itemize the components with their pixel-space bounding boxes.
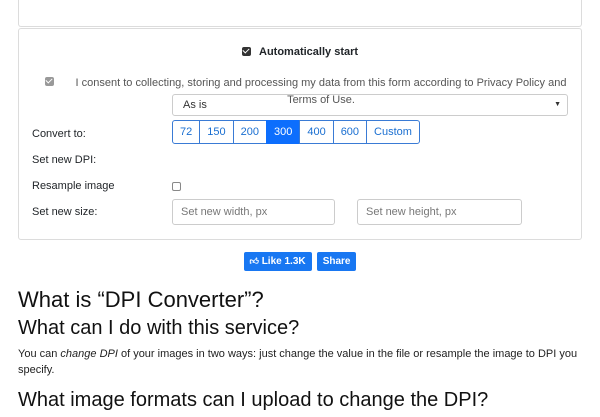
width-input[interactable]: Set new width, px: [172, 199, 335, 225]
dpi-button-72[interactable]: 72: [172, 120, 201, 144]
chevron-down-icon: ▼: [554, 101, 561, 108]
resample-checkbox-wrap[interactable]: [172, 181, 181, 193]
format-select[interactable]: As is ▼: [172, 94, 568, 116]
thumbs-up-icon: 👍︎: [249, 256, 259, 266]
convert-to-label: Convert to:: [32, 128, 86, 140]
consent-checkbox-wrap[interactable]: [45, 76, 54, 88]
heading-what-is: What is “DPI Converter”?: [18, 287, 264, 312]
social-buttons: 👍︎ Like 1.3K Share: [0, 252, 600, 271]
height-input[interactable]: Set new height, px: [357, 199, 522, 225]
auto-start-row[interactable]: Automatically start: [19, 46, 581, 58]
dpi-button-150[interactable]: 150: [199, 120, 234, 144]
like-label: Like 1.3K: [261, 256, 306, 267]
heading-what-can-i-do: What can I do with this service?: [18, 317, 300, 339]
dpi-button-600[interactable]: 600: [332, 120, 368, 144]
dpi-button-group: 72 150 200 300 400 600 Custom: [172, 120, 420, 144]
paragraph-emphasis: change DPI: [60, 348, 118, 360]
resample-label: Resample image: [32, 180, 115, 192]
auto-start-checkbox[interactable]: [241, 47, 251, 56]
dpi-button-300[interactable]: 300: [265, 120, 301, 144]
dpi-button-400[interactable]: 400: [299, 120, 334, 144]
like-button[interactable]: 👍︎ Like 1.3K: [243, 252, 312, 271]
auto-start-label: Automatically start: [259, 46, 359, 58]
consent-checkbox[interactable]: [45, 77, 54, 86]
upload-card: [18, 0, 582, 27]
format-select-value: As is: [183, 99, 207, 111]
share-button[interactable]: Share: [316, 252, 357, 271]
service-paragraph: You can change DPI of your images in two…: [18, 346, 578, 378]
resample-checkbox[interactable]: [172, 182, 181, 191]
dpi-button-200[interactable]: 200: [232, 120, 267, 144]
heading-image-formats: What image formats can I upload to chang…: [18, 389, 489, 411]
set-dpi-label: Set new DPI:: [32, 154, 97, 166]
set-size-label: Set new size:: [32, 206, 98, 218]
paragraph-text-start: You can: [18, 348, 61, 360]
dpi-button-custom[interactable]: Custom: [366, 120, 420, 144]
